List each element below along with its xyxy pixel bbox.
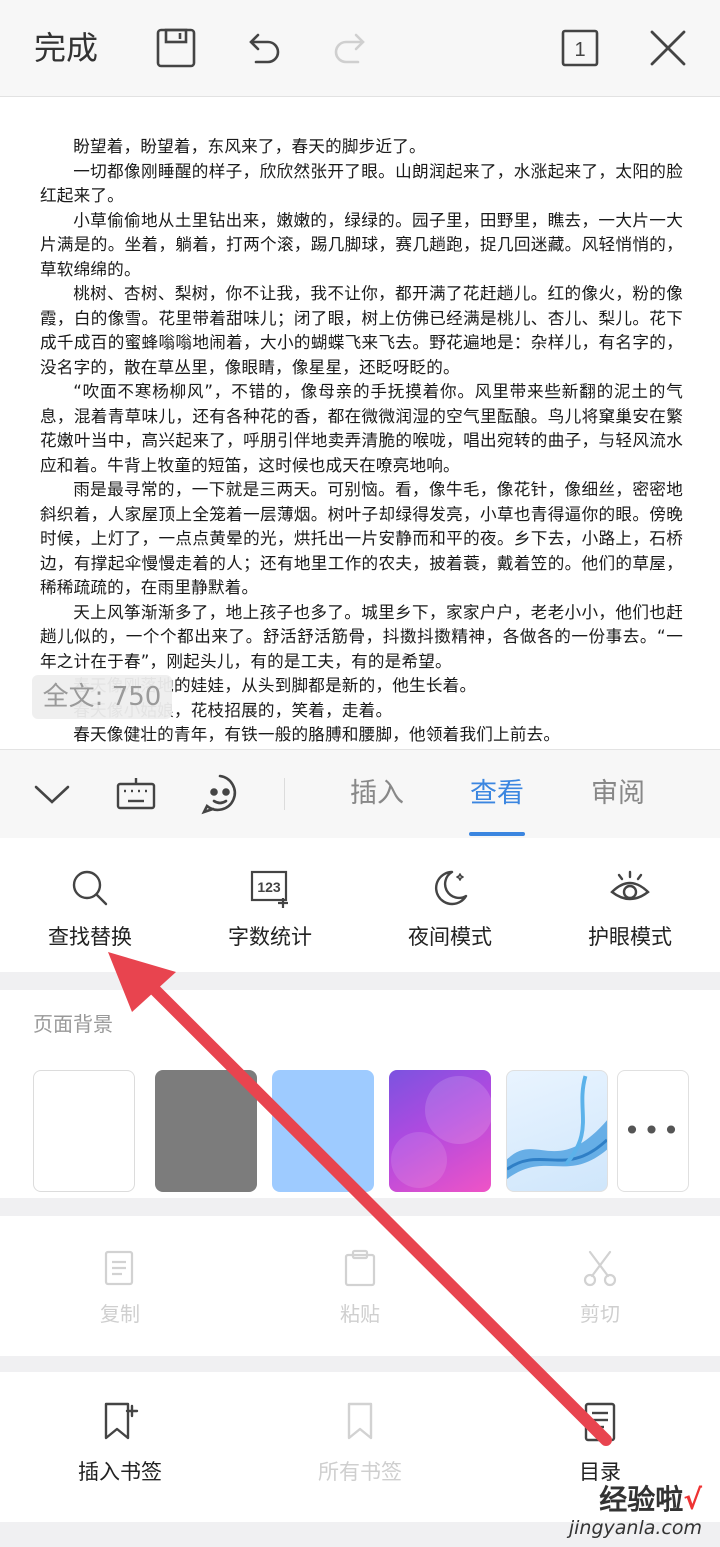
search-icon bbox=[68, 866, 112, 910]
voice-assistant-icon[interactable] bbox=[196, 770, 244, 818]
find-replace-button[interactable]: 查找替换 bbox=[15, 838, 165, 952]
background-swatch-gray[interactable] bbox=[155, 1070, 257, 1192]
scissors-icon bbox=[580, 1248, 620, 1288]
paragraph: 春天像健壮的青年，有铁一般的胳膊和腰脚，他领着我们上前去。 bbox=[73, 725, 561, 744]
save-icon[interactable] bbox=[152, 24, 200, 72]
document-text: 盼望着，盼望着，东风来了，春天的脚步近了。 一切都像刚睡醒的样子，欣欣然张开了眼… bbox=[40, 135, 683, 748]
document-area[interactable]: 盼望着，盼望着，东风来了，春天的脚步近了。 一切都像刚睡醒的样子，欣欣然张开了眼… bbox=[0, 97, 720, 749]
undo-icon[interactable] bbox=[240, 24, 288, 72]
word-count-label: 字数统计 bbox=[228, 925, 312, 949]
copy-button[interactable]: 复制 bbox=[60, 1216, 180, 1327]
background-swatch-white[interactable] bbox=[33, 1070, 135, 1192]
background-swatch-blue[interactable] bbox=[272, 1070, 374, 1192]
word-count-button[interactable]: 123 字数统计 bbox=[195, 838, 345, 952]
bookmark-icon bbox=[338, 1400, 382, 1444]
paragraph: 雨是最寻常的，一下就是三两天。可别恼。看，像牛毛，像花针，像细丝，密密地斜织着，… bbox=[40, 480, 683, 597]
paragraph: “吹面不寒杨柳风”，不错的，像母亲的手抚摸着你。风里带来些新翻的泥土的气息，混着… bbox=[40, 382, 683, 475]
page-background-label: 页面背景 bbox=[33, 1012, 113, 1036]
close-icon[interactable] bbox=[644, 24, 692, 72]
copy-label: 复制 bbox=[100, 1302, 140, 1326]
paragraph: 桃树、杏树、梨树，你不让我，我不让你，都开满了花赶趟儿。红的像火，粉的像霞，白的… bbox=[40, 284, 683, 377]
swatch-wave-pattern bbox=[507, 1075, 607, 1180]
eye-icon bbox=[608, 866, 652, 910]
night-mode-button[interactable]: 夜间模式 bbox=[375, 838, 525, 952]
word-count-icon: 123 bbox=[248, 866, 292, 910]
more-backgrounds-button[interactable]: ••• bbox=[617, 1070, 689, 1192]
page-count-icon[interactable]: 1 bbox=[556, 24, 604, 72]
collapse-chevron-icon[interactable] bbox=[28, 770, 76, 818]
done-button[interactable]: 完成 bbox=[34, 26, 98, 70]
eye-care-mode-label: 护眼模式 bbox=[588, 925, 672, 949]
page-count: 1 bbox=[574, 39, 585, 61]
find-replace-label: 查找替换 bbox=[48, 925, 132, 949]
top-bar: 完成 1 bbox=[0, 0, 720, 97]
table-of-contents-label: 目录 bbox=[579, 1460, 621, 1484]
paragraph: 盼望着，盼望着，东风来了，春天的脚步近了。 bbox=[73, 137, 426, 156]
keyboard-icon[interactable] bbox=[112, 770, 160, 818]
eye-care-mode-button[interactable]: 护眼模式 bbox=[555, 838, 705, 952]
edit-actions-panel: 复制 粘贴 剪切 bbox=[0, 1216, 720, 1356]
all-bookmarks-button[interactable]: 所有书签 bbox=[280, 1372, 440, 1486]
paste-button[interactable]: 粘贴 bbox=[300, 1216, 420, 1327]
check-icon: √ bbox=[683, 1483, 702, 1516]
tab-insert[interactable]: 插入 bbox=[350, 776, 404, 812]
night-mode-label: 夜间模式 bbox=[408, 925, 492, 949]
tab-view[interactable]: 查看 bbox=[470, 776, 524, 812]
cut-button[interactable]: 剪切 bbox=[540, 1216, 660, 1327]
watermark-url: jingyanla.com bbox=[568, 1517, 702, 1539]
paste-icon bbox=[340, 1248, 380, 1288]
paragraph: 一切都像刚睡醒的样子，欣欣然张开了眼。山朗润起来了，水涨起来了，太阳的脸红起来了… bbox=[40, 161, 683, 206]
paragraph: 小草偷偷地从土里钻出来，嫩嫩的，绿绿的。园子里，田野里，瞧去，一大片一大片满是的… bbox=[40, 210, 683, 279]
view-functions-panel: 查找替换 123 字数统计 夜间模式 护眼模式 bbox=[0, 838, 720, 972]
table-of-contents-button[interactable]: 目录 bbox=[520, 1372, 680, 1486]
tool-tabs-bar: 插入 查看 审阅 bbox=[0, 749, 720, 839]
moon-icon bbox=[428, 866, 472, 910]
word-count-badge: 全文: 750 bbox=[32, 675, 172, 719]
watermark-logo: 经验啦√ jingyanla.com bbox=[569, 1483, 702, 1539]
redo-icon[interactable] bbox=[326, 24, 374, 72]
paragraph: 天上风筝渐渐多了，地上孩子也多了。城里乡下，家家户户，老老小小，他们也赶趟儿似的… bbox=[40, 602, 683, 671]
tab-review[interactable]: 审阅 bbox=[591, 776, 645, 812]
paste-label: 粘贴 bbox=[340, 1302, 380, 1326]
table-of-contents-icon bbox=[578, 1400, 622, 1444]
cut-label: 剪切 bbox=[580, 1302, 620, 1326]
insert-bookmark-label: 插入书签 bbox=[78, 1460, 162, 1484]
background-swatch-purple[interactable] bbox=[389, 1070, 491, 1192]
watermark-text: 经验啦 bbox=[599, 1483, 684, 1516]
toolbar-divider bbox=[284, 778, 285, 810]
bookmark-add-icon bbox=[98, 1400, 142, 1444]
insert-bookmark-button[interactable]: 插入书签 bbox=[40, 1372, 200, 1486]
page-background-panel: 页面背景 ••• bbox=[0, 990, 720, 1198]
more-dots-icon: ••• bbox=[623, 1114, 683, 1147]
active-tab-indicator bbox=[469, 832, 525, 836]
background-swatch-wave[interactable] bbox=[506, 1070, 608, 1192]
copy-icon bbox=[100, 1248, 140, 1288]
svg-text:123: 123 bbox=[257, 879, 281, 895]
swatch-circles-pattern bbox=[391, 1076, 491, 1188]
all-bookmarks-label: 所有书签 bbox=[318, 1460, 402, 1484]
